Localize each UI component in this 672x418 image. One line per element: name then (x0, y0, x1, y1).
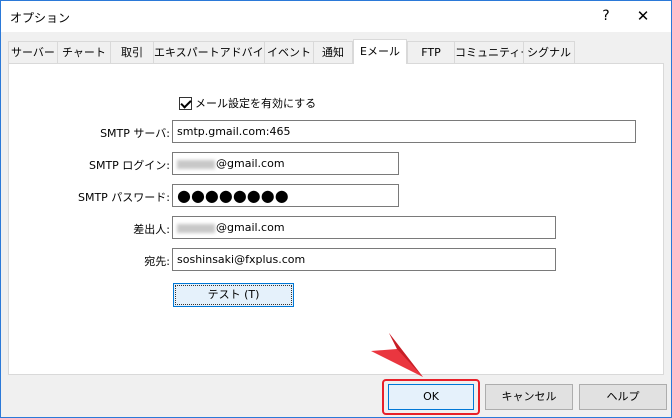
options-dialog: オプション ? ✕ サーバー チャート 取引 エキスパートアドバイザ イベント … (0, 0, 672, 418)
to-label: 宛先: (144, 255, 170, 268)
tab-ftp[interactable]: FTP (407, 41, 455, 63)
smtp-login-label: SMTP ログイン: (88, 159, 170, 172)
enable-email-label: メール設定を有効にする (195, 97, 317, 110)
tab-trade[interactable]: 取引 (110, 41, 154, 63)
email-settings-panel: メール設定を有効にする SMTP サーバ: smtp.gmail.com:465… (8, 63, 664, 375)
smtp-server-input[interactable]: smtp.gmail.com:465 (172, 120, 636, 143)
cancel-button[interactable]: キャンセル (485, 384, 573, 410)
from-label: 差出人: (133, 223, 170, 236)
tab-expert-advisors[interactable]: エキスパートアドバイザ (153, 41, 275, 63)
smtp-login-input[interactable]: @gmail.com (172, 152, 399, 175)
focus-ring (175, 285, 292, 305)
redacted-sender (177, 223, 215, 233)
tab-signals[interactable]: シグナル (523, 41, 575, 63)
to-input[interactable]: soshinsaki@fxplus.com (172, 248, 556, 271)
tab-chart[interactable]: チャート (57, 41, 111, 63)
tab-events[interactable]: イベント (264, 41, 314, 63)
tab-notifications[interactable]: 通知 (313, 41, 353, 63)
test-button[interactable]: テスト (T) (173, 283, 294, 307)
from-value: @gmail.com (216, 221, 285, 234)
tab-server[interactable]: サーバー (8, 41, 58, 63)
ok-button[interactable]: OK (388, 384, 474, 410)
help-icon[interactable]: ? (586, 1, 626, 32)
tab-email[interactable]: Eメール (353, 39, 407, 64)
help-button[interactable]: ヘルプ (579, 384, 667, 410)
title-bar: オプション ? ✕ (1, 1, 671, 32)
smtp-login-value: @gmail.com (216, 157, 285, 170)
smtp-password-input[interactable]: ●●●●●●●● (172, 184, 399, 207)
dialog-title: オプション (10, 11, 71, 25)
smtp-server-label: SMTP サーバ: (100, 127, 170, 140)
smtp-password-label: SMTP パスワード: (77, 191, 170, 204)
tab-community[interactable]: コミュニティー (454, 41, 531, 63)
checkbox-check-icon[interactable] (179, 96, 192, 110)
enable-email-checkbox[interactable]: メール設定を有効にする (179, 95, 316, 111)
pointer-arrow-icon (371, 333, 423, 377)
redacted-username (177, 159, 215, 169)
from-input[interactable]: @gmail.com (172, 216, 556, 239)
close-icon[interactable]: ✕ (623, 1, 663, 32)
